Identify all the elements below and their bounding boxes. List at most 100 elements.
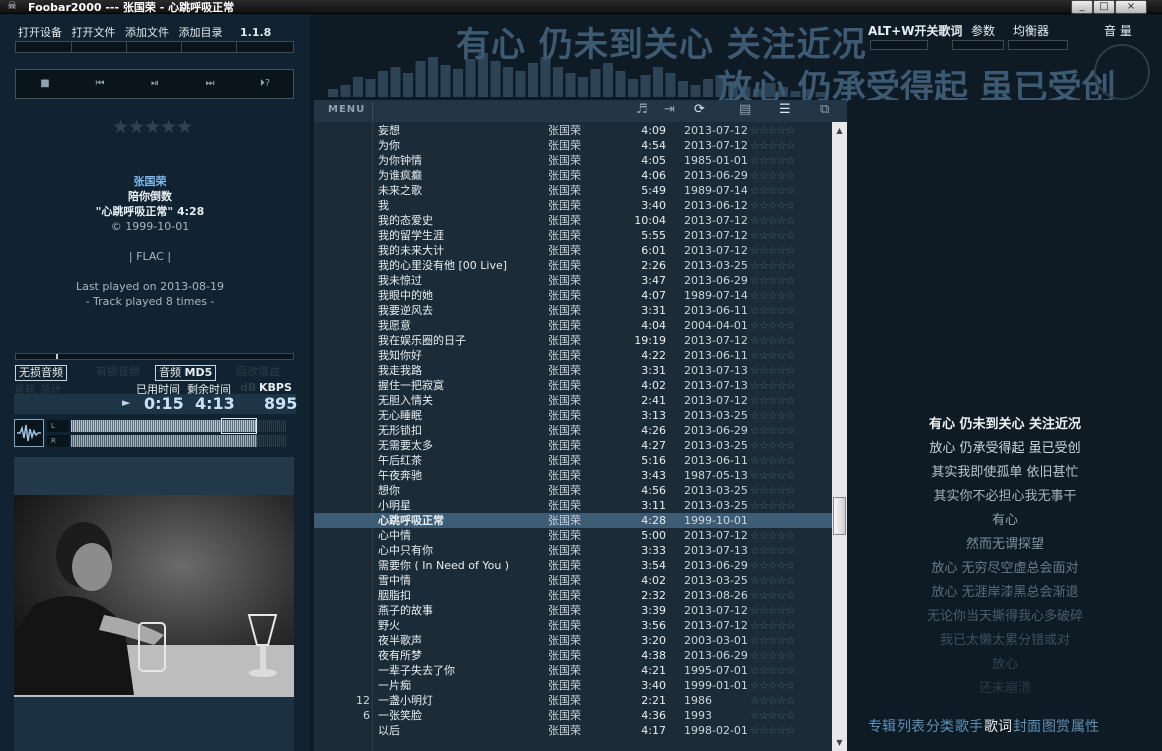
playlist-row[interactable]: 无胆入情关 张国荣 2:41 2013-07-12 ☆☆☆☆☆ (314, 393, 832, 408)
playlist-row[interactable]: 雪中情 张国荣 4:02 2013-03-25 ☆☆☆☆☆ (314, 573, 832, 588)
track-rating[interactable]: ☆☆☆☆☆ (750, 213, 795, 228)
tab-7[interactable]: 属性 (1071, 719, 1099, 735)
track-rating[interactable]: ☆☆☆☆☆ (750, 663, 795, 678)
playlist-row[interactable]: 无形锁扣 张国荣 4:26 2013-06-29 ☆☆☆☆☆ (314, 423, 832, 438)
lossless-mode[interactable]: 无损音频 (15, 365, 67, 381)
add-folder-menu[interactable]: 添加目录 (179, 26, 223, 39)
next-button[interactable]: ⏭ (183, 74, 237, 94)
album-cover[interactable] (14, 495, 294, 697)
track-rating[interactable]: ☆☆☆☆☆ (750, 573, 795, 588)
track-rating[interactable]: ☆☆☆☆☆ (750, 453, 795, 468)
track-rating[interactable]: ☆☆☆☆☆ (750, 183, 795, 198)
track-rating[interactable]: ☆☆☆☆☆ (750, 498, 795, 513)
playlist-row[interactable]: 妄想 张国荣 4:09 2013-07-12 ☆☆☆☆☆ (314, 123, 832, 138)
playlist-row[interactable]: 午夜奔驰 张国荣 3:43 1987-05-13 ☆☆☆☆☆ (314, 468, 832, 483)
view-detail-icon[interactable]: ☰ (779, 102, 791, 117)
tab-4[interactable]: 歌词 (984, 719, 1012, 735)
music-note-icon[interactable]: ♬ (636, 102, 648, 117)
equalizer-bar[interactable] (1008, 40, 1068, 50)
tab-3[interactable]: 歌手 (955, 719, 983, 735)
track-rating[interactable]: ☆☆☆☆☆ (750, 288, 795, 303)
playlist-row[interactable]: 一辈子失去了你 张国荣 4:21 1995-07-01 ☆☆☆☆☆ (314, 663, 832, 678)
playlist-row[interactable]: 我要逆风去 张国荣 3:31 2013-06-11 ☆☆☆☆☆ (314, 303, 832, 318)
params-bar[interactable] (952, 40, 1004, 50)
tab-0[interactable]: 专辑 (868, 719, 896, 735)
track-rating[interactable]: ☆☆☆☆☆ (750, 168, 795, 183)
view-list-icon[interactable]: ▤ (739, 102, 751, 117)
track-rating[interactable]: ☆☆☆☆☆ (750, 153, 795, 168)
rating-stars[interactable]: ★★★★★ (112, 116, 193, 138)
scroll-thumb[interactable] (833, 497, 846, 535)
playlist-row[interactable]: 我 张国荣 3:40 2013-06-12 ☆☆☆☆☆ (314, 198, 832, 213)
playlist-row[interactable]: 心中情 张国荣 5:00 2013-07-12 ☆☆☆☆☆ (314, 528, 832, 543)
track-rating[interactable]: ☆☆☆☆☆ (750, 333, 795, 348)
track-rating[interactable]: ☆☆☆☆☆ (750, 693, 795, 708)
track-rating[interactable]: ☆☆☆☆☆ (750, 558, 795, 573)
window-icon[interactable]: ⧉ (820, 102, 829, 117)
playlist-row[interactable]: 我眼中的她 张国荣 4:07 1989-07-14 ☆☆☆☆☆ (314, 288, 832, 303)
track-rating[interactable]: ☆☆☆☆☆ (750, 348, 795, 363)
playlist-row[interactable]: 心跳呼吸正常 张国荣 4:28 1999-10-01 ☆☆☆☆☆ (314, 513, 832, 528)
track-rating[interactable]: ☆☆☆☆☆ (750, 588, 795, 603)
minimize-button[interactable]: _ (1071, 0, 1093, 14)
playlist-row[interactable]: 我在娱乐圈的日子 张国荣 19:19 2013-07-12 ☆☆☆☆☆ (314, 333, 832, 348)
playlist-row[interactable]: 我愿意 张国荣 4:04 2004-04-01 ☆☆☆☆☆ (314, 318, 832, 333)
playlist-row[interactable]: 未来之歌 张国荣 5:49 1989-07-14 ☆☆☆☆☆ (314, 183, 832, 198)
close-button[interactable]: × (1115, 0, 1147, 14)
playlist-row[interactable]: 我知你好 张国荣 4:22 2013-06-11 ☆☆☆☆☆ (314, 348, 832, 363)
repeat-icon[interactable]: ⟳ (694, 102, 705, 117)
md5-mode[interactable]: 音频 MD5 (155, 365, 217, 381)
track-rating[interactable]: ☆☆☆☆☆ (750, 228, 795, 243)
playlist-row[interactable]: 心中只有你 张国荣 3:33 2013-07-13 ☆☆☆☆☆ (314, 543, 832, 558)
track-rating[interactable]: ☆☆☆☆☆ (750, 363, 795, 378)
playlist-row[interactable]: 我走我路 张国荣 3:31 2013-07-13 ☆☆☆☆☆ (314, 363, 832, 378)
playlist-row[interactable]: 无需要太多 张国荣 4:27 2013-03-25 ☆☆☆☆☆ (314, 438, 832, 453)
scroll-up-icon[interactable]: ▲ (833, 124, 846, 137)
track-rating[interactable]: ☆☆☆☆☆ (750, 243, 795, 258)
tab-1[interactable]: 列表 (897, 719, 925, 735)
tab-2[interactable]: 分类 (926, 719, 954, 735)
playlist-row[interactable]: 燕子的故事 张国荣 3:39 2013-07-12 ☆☆☆☆☆ (314, 603, 832, 618)
track-rating[interactable]: ☆☆☆☆☆ (750, 648, 795, 663)
track-rating[interactable]: ☆☆☆☆☆ (750, 393, 795, 408)
playlist-row[interactable]: 我的心里没有他 [00 Live] 张国荣 2:26 2013-03-25 ☆☆☆☆☆ (314, 258, 832, 273)
scroll-down-icon[interactable]: ▼ (833, 736, 846, 749)
playlist-row[interactable]: 一片痴 张国荣 3:40 1999-01-01 ☆☆☆☆☆ (314, 678, 832, 693)
playlist-scrollbar[interactable]: ▲ ▼ (832, 122, 847, 751)
track-rating[interactable]: ☆☆☆☆☆ (750, 723, 795, 738)
replaygain-mode[interactable]: 回放增益 (233, 365, 283, 379)
playlist-row[interactable]: 为谁疯癫 张国荣 4:06 2013-06-29 ☆☆☆☆☆ (314, 168, 832, 183)
track-rating[interactable]: ☆☆☆☆☆ (750, 513, 795, 528)
playlist-row[interactable]: 握住一把寂寞 张国荣 4:02 2013-07-13 ☆☆☆☆☆ (314, 378, 832, 393)
track-rating[interactable]: ☆☆☆☆☆ (750, 543, 795, 558)
menu-seek-bar[interactable] (15, 41, 294, 53)
open-device-menu[interactable]: 打开设备 (18, 26, 62, 39)
playlist-row[interactable]: 为你 张国荣 4:54 2013-07-12 ☆☆☆☆☆ (314, 138, 832, 153)
open-file-menu[interactable]: 打开文件 (72, 26, 116, 39)
playlist-row[interactable]: 想你 张国荣 4:56 2013-03-25 ☆☆☆☆☆ (314, 483, 832, 498)
playlist-row[interactable]: 我的留学生涯 张国荣 5:55 2013-07-12 ☆☆☆☆☆ (314, 228, 832, 243)
track-rating[interactable]: ☆☆☆☆☆ (750, 408, 795, 423)
waveform-icon[interactable] (14, 419, 44, 447)
tab-6[interactable]: 图赏 (1042, 719, 1070, 735)
tab-5[interactable]: 封面 (1013, 719, 1041, 735)
track-rating[interactable]: ☆☆☆☆☆ (750, 633, 795, 648)
track-rating[interactable]: ☆☆☆☆☆ (750, 483, 795, 498)
params-button[interactable]: 参数 (971, 22, 995, 39)
playlist-row[interactable]: 无心睡眠 张国荣 3:13 2013-03-25 ☆☆☆☆☆ (314, 408, 832, 423)
play-pause-button[interactable]: ⏯ (128, 74, 182, 94)
lyrics-toggle-bar[interactable] (870, 40, 928, 50)
track-rating[interactable]: ☆☆☆☆☆ (750, 438, 795, 453)
track-rating[interactable]: ☆☆☆☆☆ (750, 258, 795, 273)
balance-slider[interactable] (15, 353, 294, 360)
lyrics-hotkey-label[interactable]: ALT+W开关歌词 (868, 22, 962, 39)
previous-button[interactable]: ⏮ (73, 74, 127, 94)
playlist-row[interactable]: 我的未来大计 张国荣 6:01 2013-07-12 ☆☆☆☆☆ (314, 243, 832, 258)
add-file-menu[interactable]: 添加文件 (125, 26, 169, 39)
playlist-row[interactable]: 午后红茶 张国荣 5:16 2013-06-11 ☆☆☆☆☆ (314, 453, 832, 468)
playlist-row[interactable]: 需要你 ( In Need of You ) 张国荣 3:54 2013-06-29 ☆… (314, 558, 832, 573)
track-rating[interactable]: ☆☆☆☆☆ (750, 528, 795, 543)
track-rating[interactable]: ☆☆☆☆☆ (750, 603, 795, 618)
track-rating[interactable]: ☆☆☆☆☆ (750, 678, 795, 693)
playlist-row[interactable]: 我的态爱史 张国荣 10:04 2013-07-12 ☆☆☆☆☆ (314, 213, 832, 228)
